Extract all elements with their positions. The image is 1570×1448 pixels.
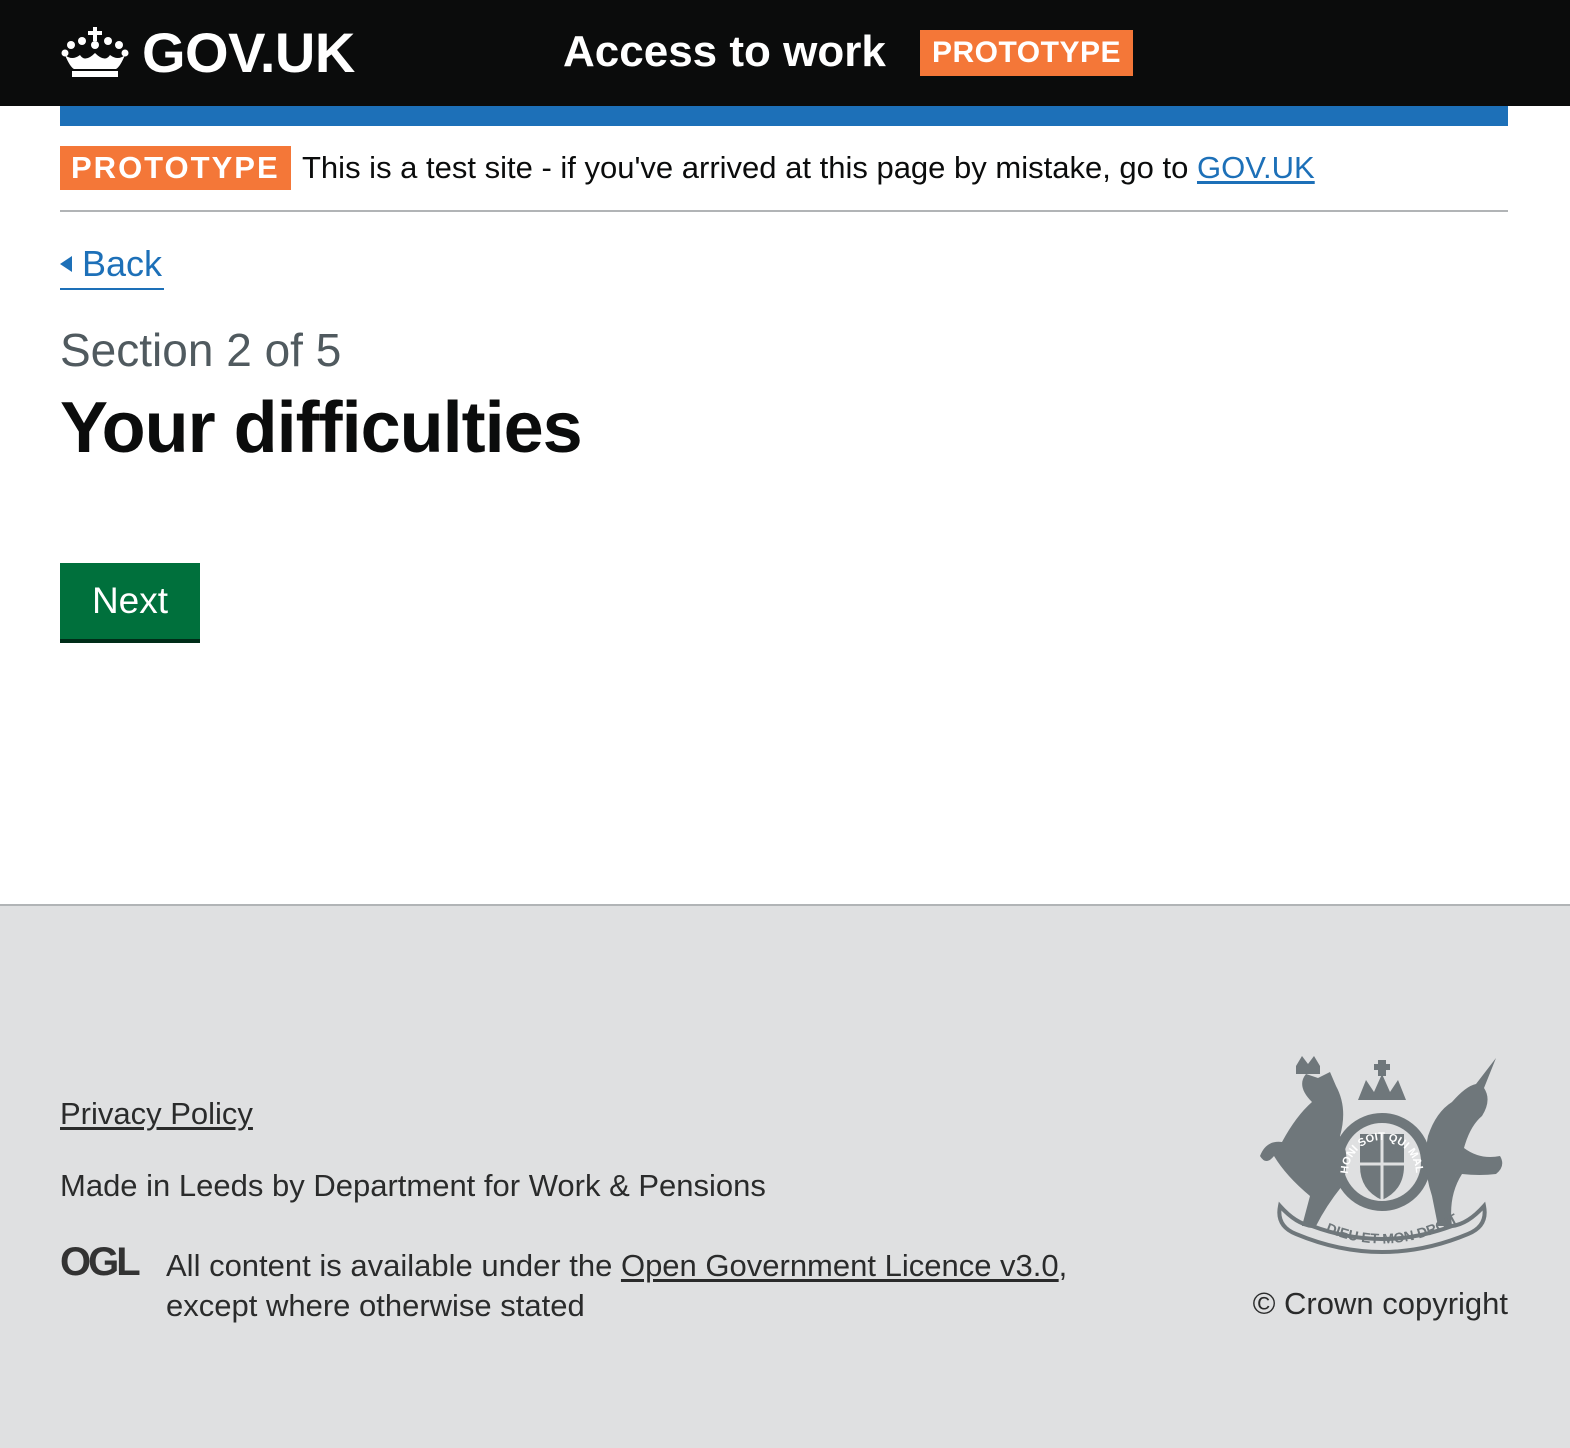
crown-icon (61, 27, 129, 77)
govuk-logo-text: GOV.UK (142, 21, 355, 84)
header-blue-bar (60, 106, 1508, 126)
ogl-logo-icon: OGL (60, 1242, 142, 1280)
phase-banner: PROTOTYPE This is a test site - if you'v… (60, 126, 1508, 212)
govuk-logo-link[interactable]: GOV.UK (60, 22, 355, 84)
phase-banner-govuk-link[interactable]: GOV.UK (1197, 150, 1315, 185)
site-header: GOV.UK Access to work PROTOTYPE (0, 0, 1570, 106)
back-arrow-icon (60, 256, 72, 272)
ogl-logo-text: OGL (60, 1242, 140, 1280)
ogl-licence-link[interactable]: Open Government Licence v3.0 (621, 1248, 1059, 1283)
phase-banner-text: This is a test site - if you've arrived … (302, 148, 1315, 188)
phase-banner-message: This is a test site - if you've arrived … (302, 150, 1197, 185)
back-link[interactable]: Back (60, 240, 165, 290)
next-button[interactable]: Next (60, 563, 200, 639)
licence-text: All content is available under the Open … (166, 1246, 1086, 1326)
made-in-text: Made in Leeds by Department for Work & P… (60, 1168, 766, 1203)
page-title: Your difficulties (60, 388, 583, 468)
phase-tag: PROTOTYPE (60, 146, 291, 190)
royal-coat-of-arms-icon: HONI SOIT QUI MAL Y PENSE DIEU ET MON DR… (1256, 1056, 1503, 1254)
service-name-link[interactable]: Access to work (563, 28, 886, 76)
section-caption: Section 2 of 5 (60, 324, 342, 376)
crown-copyright: © Crown copyright (1252, 1286, 1508, 1321)
header-prototype-tag: PROTOTYPE (920, 30, 1133, 76)
privacy-policy-link[interactable]: Privacy Policy (60, 1096, 253, 1132)
back-link-label: Back (82, 243, 163, 284)
site-footer: Privacy Policy Made in Leeds by Departme… (0, 904, 1570, 1448)
licence-prefix: All content is available under the (166, 1248, 621, 1283)
